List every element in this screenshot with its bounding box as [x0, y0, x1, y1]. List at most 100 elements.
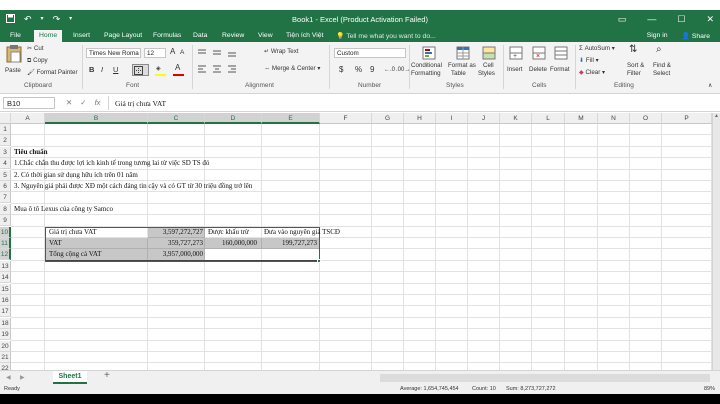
vertical-scrollbar[interactable]: ▲	[712, 113, 720, 370]
row-header-17[interactable]: 17	[0, 306, 11, 318]
cell-e11[interactable]: 199,727,273	[262, 238, 317, 249]
format-painter-button[interactable]: 🖌 Format Painter	[27, 69, 78, 77]
column-header-m[interactable]: M	[565, 113, 598, 124]
fill-color-button[interactable]: ◈	[155, 65, 167, 77]
font-color-button[interactable]: A	[173, 64, 185, 76]
conditional-formatting-button[interactable]: Conditional Formatting	[411, 44, 447, 80]
row-header-16[interactable]: 16	[0, 295, 11, 306]
row-header-12[interactable]: 12	[0, 249, 11, 261]
cell-r6[interactable]: 3. Nguyên giá phải được XĐ một cách đáng…	[14, 181, 514, 192]
column-header-i[interactable]: I	[436, 113, 468, 124]
tab-page-layout[interactable]: Page Layout	[104, 32, 142, 39]
cancel-icon[interactable]: ✕	[66, 98, 72, 107]
tab-data[interactable]: Data	[193, 32, 207, 39]
maximize-button[interactable]: ☐	[677, 14, 685, 25]
percent-button[interactable]: %	[355, 66, 362, 74]
tell-me-box[interactable]: 💡 Tell me what you want to do...	[336, 32, 436, 40]
borders-button[interactable]	[132, 64, 149, 76]
row-header-2[interactable]: 2	[0, 135, 11, 147]
grow-font-button[interactable]: A	[170, 48, 175, 56]
formula-input[interactable]: Giá trị chưa VAT	[108, 96, 716, 110]
column-header-k[interactable]: K	[500, 113, 532, 124]
align-left-icon[interactable]	[197, 65, 257, 73]
cell-e10[interactable]: Đưa vào nguyên giá TSCĐ	[264, 227, 374, 238]
row-header-18[interactable]: 18	[0, 317, 11, 329]
cell-c11[interactable]: 359,727,273	[148, 238, 203, 249]
column-header-a[interactable]: A	[11, 113, 45, 124]
row-header-1[interactable]: 1	[0, 124, 11, 135]
column-header-b[interactable]: B	[45, 113, 148, 124]
row-header-14[interactable]: 14	[0, 272, 11, 284]
cell-r5[interactable]: 2. Có thời gian sử dụng hữu ích trên 01 …	[14, 170, 514, 181]
tab-file[interactable]: File	[10, 32, 21, 39]
share-button[interactable]: 👤 Share	[682, 32, 711, 40]
sheet-tab-sheet1[interactable]: Sheet1	[53, 371, 87, 384]
tab-tien-ich-viet[interactable]: Tiện ích Việt	[286, 32, 323, 39]
cell-styles-button[interactable]: Cell Styles	[478, 44, 500, 80]
increase-decimal-icon[interactable]: ←.0	[384, 66, 395, 74]
spreadsheet-grid[interactable]: A B C D E F G H I J K L M N O P 1 2 3 4 5 6 7 8 9 10 11 12 13 14 15 16 1…	[0, 113, 712, 370]
minimize-button[interactable]: —	[647, 14, 656, 25]
italic-button[interactable]: I	[101, 66, 103, 74]
sign-in-link[interactable]: Sign in	[647, 32, 668, 40]
zoom-level[interactable]: 89%	[704, 385, 715, 393]
format-cells-button[interactable]: Format	[550, 44, 572, 78]
font-size-dropdown[interactable]: 12	[144, 48, 166, 58]
cell-d11[interactable]: 160,000,000	[205, 238, 257, 249]
sort-filter-button[interactable]: ⇅ Sort & Filter	[624, 44, 648, 80]
row-header-3[interactable]: 3	[0, 146, 11, 158]
row-header-22[interactable]: 22	[0, 363, 11, 370]
shrink-font-button[interactable]: A	[180, 49, 184, 57]
scroll-up-icon[interactable]: ▲	[713, 113, 720, 119]
row-header-20[interactable]: 20	[0, 340, 11, 352]
fill-button[interactable]: ⬇ Fill ▾	[579, 57, 599, 65]
find-select-button[interactable]: ⌕ Find & Select	[650, 44, 674, 80]
scroll-right-icon[interactable]: ▶	[20, 374, 25, 382]
currency-button[interactable]: $	[339, 66, 343, 74]
number-format-dropdown[interactable]: Custom	[334, 48, 406, 58]
close-button[interactable]: ✕	[706, 14, 714, 25]
new-sheet-button[interactable]: +	[104, 371, 110, 381]
row-header-13[interactable]: 13	[0, 260, 11, 272]
cell-b11[interactable]: VAT	[49, 238, 147, 249]
cell-d10[interactable]: Được khấu trừ	[208, 227, 260, 238]
align-top-icon[interactable]	[197, 49, 257, 57]
name-box[interactable]: B10	[3, 97, 55, 109]
cell-c12[interactable]: 3,957,000,000	[148, 249, 203, 260]
column-header-g[interactable]: G	[372, 113, 404, 124]
cell-r8[interactable]: Mua ô tô Lexus của công ty Samco	[14, 204, 314, 215]
fill-handle[interactable]	[317, 258, 321, 263]
select-all-corner[interactable]	[0, 113, 11, 124]
row-header-5[interactable]: 5	[0, 169, 11, 181]
column-header-n[interactable]: N	[598, 113, 630, 124]
row-header-7[interactable]: 7	[0, 192, 11, 204]
column-header-f[interactable]: F	[320, 113, 372, 124]
row-header-15[interactable]: 15	[0, 283, 11, 295]
row-header-19[interactable]: 19	[0, 329, 11, 341]
row-header-10[interactable]: 10	[0, 226, 11, 238]
tab-view[interactable]: View	[258, 32, 273, 39]
row-header-4[interactable]: 4	[0, 158, 11, 170]
clear-button[interactable]: ◆ Clear ▾	[579, 69, 605, 77]
column-header-e[interactable]: E	[262, 113, 320, 124]
column-header-h[interactable]: H	[404, 113, 436, 124]
row-header-11[interactable]: 11	[0, 238, 11, 249]
row-header-8[interactable]: 8	[0, 203, 11, 215]
delete-cells-button[interactable]: × Delete	[528, 44, 550, 78]
horizontal-scrollbar[interactable]	[380, 374, 710, 382]
cell-c10[interactable]: 3,597,272,727	[148, 227, 203, 238]
cell-b12[interactable]: Tổng cộng cả VAT	[49, 249, 147, 260]
column-header-j[interactable]: J	[468, 113, 500, 124]
enter-icon[interactable]: ✓	[80, 98, 86, 107]
comma-button[interactable]: 9	[370, 66, 374, 74]
paste-button[interactable]: Paste	[4, 45, 24, 79]
ribbon-display-options-icon[interactable]: ▭	[618, 14, 627, 25]
row-header-21[interactable]: 21	[0, 352, 11, 363]
collapse-ribbon-icon[interactable]: ∧	[708, 82, 713, 90]
column-header-o[interactable]: O	[630, 113, 662, 124]
copy-button[interactable]: ⧉ Copy	[27, 57, 48, 65]
format-as-table-button[interactable]: Format as Table	[448, 44, 478, 80]
cell-r3[interactable]: Tiêu chuẩn	[14, 147, 314, 158]
font-name-dropdown[interactable]: Times New Roma	[86, 48, 141, 58]
autosum-button[interactable]: Σ AutoSum ▾	[579, 45, 615, 53]
